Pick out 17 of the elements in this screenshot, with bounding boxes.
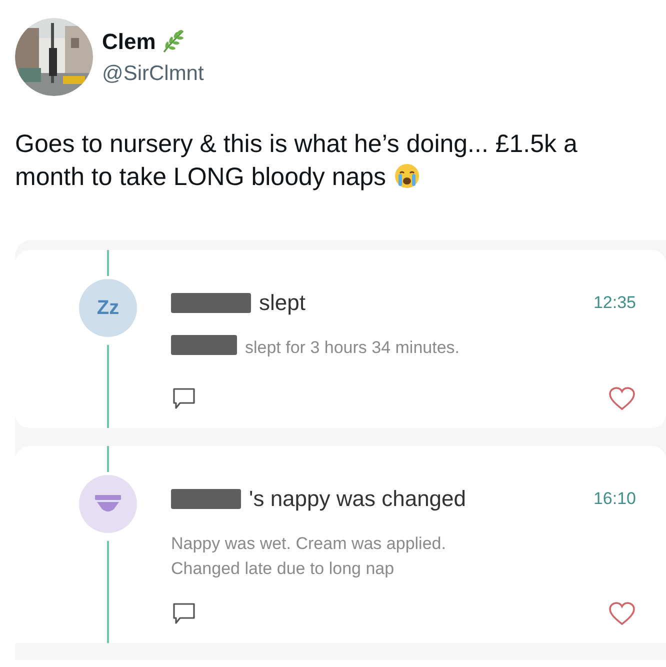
entry-detail: slept for 3 hours 34 minutes. — [245, 337, 460, 359]
redaction-bar — [171, 488, 241, 508]
tweet-text: Goes to nursery & this is what he’s doing... £1.5k a month to take LONG bloody naps — [14, 129, 578, 193]
author-name: Clem — [102, 28, 156, 56]
entry-title: 's nappy was changed — [249, 485, 466, 513]
heart-icon[interactable] — [608, 601, 636, 627]
crying-face-icon — [394, 163, 420, 189]
heart-icon[interactable] — [608, 386, 636, 412]
author-handle: @SirClmnt — [102, 60, 204, 87]
entry-detail: Nappy was wet. Cream was applied. Changed late due to long nap — [171, 533, 447, 580]
entry-title: slept — [259, 289, 306, 317]
comment-icon[interactable] — [171, 601, 197, 627]
sleep-badge: Zz — [79, 279, 137, 337]
entry-time: 12:35 — [593, 292, 636, 314]
nappy-icon — [94, 494, 122, 514]
comment-icon[interactable] — [171, 386, 197, 412]
entry-time: 16:10 — [593, 488, 636, 510]
